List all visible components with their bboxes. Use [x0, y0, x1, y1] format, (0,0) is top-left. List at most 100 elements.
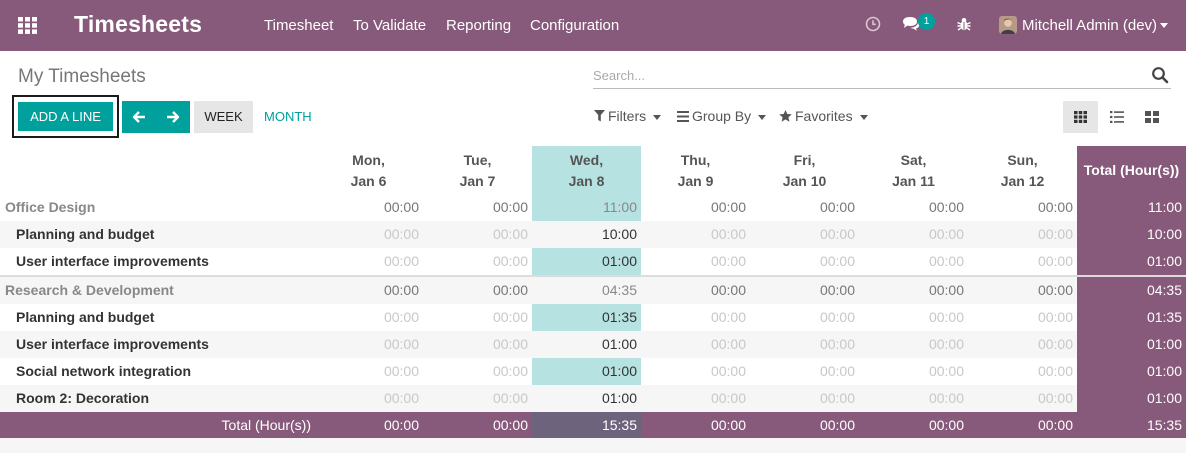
- time-cell[interactable]: 00:00: [859, 331, 968, 358]
- time-cell[interactable]: 00:00: [641, 248, 750, 275]
- week-view-button[interactable]: WEEK: [194, 101, 253, 133]
- arrow-left-icon: [132, 111, 145, 123]
- day-date: Jan 9: [677, 173, 714, 189]
- time-cell[interactable]: 00:00: [859, 221, 968, 248]
- footer-day-total: 00:00: [928, 417, 964, 433]
- time-cell[interactable]: 00:00: [641, 304, 750, 331]
- time-cell[interactable]: 00:00: [423, 385, 532, 412]
- grid-view-button[interactable]: [1063, 101, 1098, 133]
- time-cell[interactable]: 00:00: [750, 358, 859, 385]
- search-input[interactable]: [593, 65, 1133, 85]
- time-cell[interactable]: 01:35: [532, 304, 641, 331]
- time-cell[interactable]: 00:00: [314, 248, 423, 275]
- time-cell[interactable]: 00:00: [968, 331, 1077, 358]
- group-day-total: 00:00: [710, 199, 746, 215]
- time-cell[interactable]: 01:00: [532, 358, 641, 385]
- day-date: Jan 12: [1000, 173, 1045, 189]
- day-header: Wed, Jan 8: [532, 150, 641, 192]
- app-title: Timesheets: [74, 11, 203, 37]
- grid-view-icon: [1074, 111, 1087, 123]
- group-by-dropdown[interactable]: Group By: [677, 108, 767, 125]
- time-cell[interactable]: 01:00: [532, 385, 641, 412]
- time-cell[interactable]: 00:00: [750, 221, 859, 248]
- time-cell[interactable]: 00:00: [641, 358, 750, 385]
- time-cell[interactable]: 01:00: [532, 331, 641, 358]
- time-cell[interactable]: 00:00: [859, 385, 968, 412]
- project-group-label[interactable]: Office Design: [5, 199, 95, 215]
- menu-configuration[interactable]: Configuration: [530, 17, 619, 34]
- day-date: Jan 8: [568, 173, 605, 189]
- time-cell[interactable]: 00:00: [423, 248, 532, 275]
- group-by-label: Group By: [692, 108, 752, 124]
- day-name: Fri,: [793, 152, 816, 168]
- row-total: 01:00: [1146, 336, 1182, 352]
- time-cell[interactable]: 00:00: [750, 304, 859, 331]
- time-cell[interactable]: 00:00: [423, 331, 532, 358]
- time-cell[interactable]: 00:00: [750, 331, 859, 358]
- time-cell[interactable]: 00:00: [968, 248, 1077, 275]
- user-menu[interactable]: Mitchell Admin (dev): [1022, 17, 1157, 34]
- task-row-label: Room 2: Decoration: [16, 390, 150, 406]
- time-cell[interactable]: 00:00: [968, 221, 1077, 248]
- menu-timesheet[interactable]: Timesheet: [264, 17, 333, 34]
- menu-to-validate[interactable]: To Validate: [353, 17, 426, 34]
- bottom-strip: [0, 438, 1186, 453]
- time-cell[interactable]: 00:00: [968, 358, 1077, 385]
- row-total: 01:35: [1146, 309, 1182, 325]
- day-name: Wed,: [569, 152, 604, 168]
- search-bar: [593, 63, 1171, 89]
- footer-day-total: 00:00: [710, 417, 746, 433]
- add-line-button[interactable]: ADD A LINE: [18, 102, 113, 131]
- chevron-down-icon[interactable]: [1160, 23, 1168, 28]
- time-cell[interactable]: 00:00: [968, 385, 1077, 412]
- group-day-total: 00:00: [383, 282, 419, 298]
- list-view-button[interactable]: [1099, 101, 1134, 133]
- row-total: 01:00: [1146, 390, 1182, 406]
- time-cell[interactable]: 00:00: [968, 304, 1077, 331]
- time-cell[interactable]: 00:00: [423, 304, 532, 331]
- time-cell[interactable]: 00:00: [859, 248, 968, 275]
- chevron-down-icon: [859, 114, 868, 120]
- apps-grid-icon[interactable]: [18, 17, 37, 34]
- group-day-total: 00:00: [819, 282, 855, 298]
- time-cell[interactable]: 00:00: [750, 385, 859, 412]
- time-cell[interactable]: 00:00: [423, 221, 532, 248]
- time-cell[interactable]: 01:00: [532, 248, 641, 275]
- time-cell[interactable]: 00:00: [859, 304, 968, 331]
- time-cell[interactable]: 00:00: [314, 304, 423, 331]
- timesheet-grid: Mon, Jan 6 Tue, Jan 7 Wed, Jan 8 Thu, Jan 9 Fri,…: [0, 146, 1186, 438]
- time-cell[interactable]: 00:00: [859, 358, 968, 385]
- bug-icon[interactable]: [956, 16, 974, 34]
- time-cell[interactable]: 00:00: [314, 331, 423, 358]
- time-cell[interactable]: 00:00: [314, 358, 423, 385]
- time-cell[interactable]: 00:00: [641, 331, 750, 358]
- task-row-label: Planning and budget: [16, 226, 155, 242]
- time-cell[interactable]: 00:00: [314, 385, 423, 412]
- time-cell[interactable]: 00:00: [750, 248, 859, 275]
- kanban-view-button[interactable]: [1134, 101, 1169, 133]
- next-period-button[interactable]: [156, 101, 190, 133]
- month-view-button[interactable]: MONTH: [264, 101, 312, 133]
- task-row-label: Social network integration: [16, 363, 192, 379]
- time-cell[interactable]: 00:00: [314, 221, 423, 248]
- task-row-label: User interface improvements: [16, 336, 209, 352]
- time-cell[interactable]: 10:00: [532, 221, 641, 248]
- footer-day-total: 00:00: [383, 417, 419, 433]
- group-day-total: 00:00: [928, 282, 964, 298]
- day-name: Sun,: [1007, 152, 1038, 168]
- favorites-dropdown[interactable]: Favorites: [779, 108, 868, 125]
- group-day-total: 00:00: [928, 199, 964, 215]
- menu-reporting[interactable]: Reporting: [446, 17, 511, 34]
- footer-total-label: Total (Hour(s)): [221, 417, 311, 433]
- time-cell[interactable]: 00:00: [423, 358, 532, 385]
- time-cell[interactable]: 00:00: [641, 385, 750, 412]
- time-cell[interactable]: 00:00: [641, 221, 750, 248]
- project-group-label[interactable]: Research & Development: [5, 282, 174, 298]
- filters-dropdown[interactable]: Filters: [594, 108, 662, 125]
- row-total: 11:00: [1148, 199, 1182, 215]
- search-icon[interactable]: [1151, 66, 1169, 84]
- group-day-total: 04:35: [601, 282, 637, 298]
- clock-icon[interactable]: [865, 16, 883, 34]
- previous-period-button[interactable]: [122, 101, 156, 133]
- avatar[interactable]: [999, 16, 1017, 34]
